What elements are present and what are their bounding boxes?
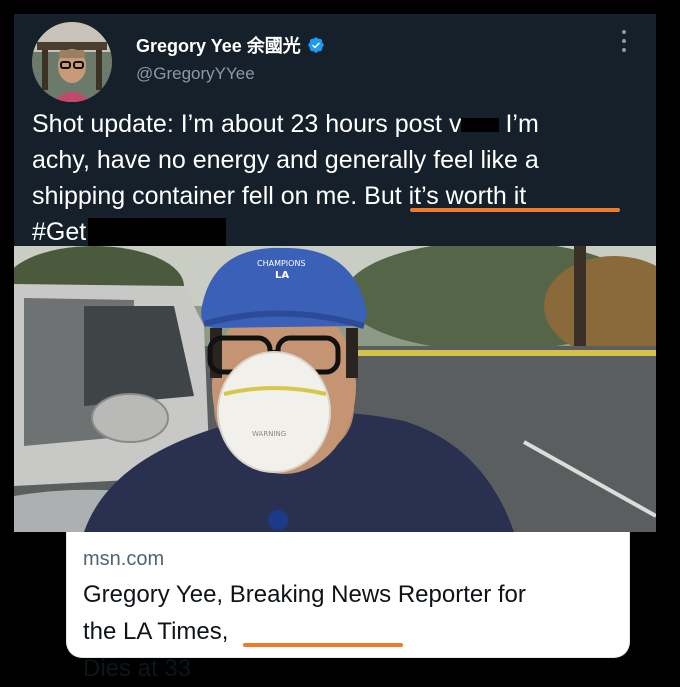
link-card[interactable]: msn.com Gregory Yee, Breaking News Repor…	[66, 532, 630, 682]
author-name[interactable]: Gregory Yee 余國光	[136, 32, 301, 58]
redaction-bar	[88, 218, 227, 249]
tweet-text: Shot update: I’m about 23 hours post v I’…	[32, 106, 642, 250]
highlight-underline	[243, 643, 403, 647]
selfie-photo-image[interactable]: CHAMPIONS LA WARNING	[14, 246, 656, 532]
redaction-bar	[461, 118, 500, 133]
highlighted-phrase: But it’s worth it	[364, 182, 527, 210]
svg-text:LA: LA	[275, 270, 289, 281]
link-card-headline: Gregory Yee, Breaking News Reporter for …	[83, 576, 623, 687]
highlighted-phrase: Dies at 33	[83, 655, 192, 682]
link-card-domain: msn.com	[83, 548, 165, 570]
tweet-line-1: Shot update: I’m about 23 hours post v I’…	[32, 110, 539, 138]
author-handle[interactable]: @GregoryYYee	[136, 64, 255, 84]
hashtag[interactable]: #Get	[32, 218, 86, 246]
more-options-icon[interactable]	[614, 28, 634, 54]
verified-badge-icon	[308, 37, 324, 53]
tweet-container: Gregory Yee 余國光 @GregoryYYee Shot update…	[14, 14, 656, 249]
highlight-underline	[410, 208, 620, 212]
svg-text:CHAMPIONS: CHAMPIONS	[257, 259, 306, 268]
avatar[interactable]	[32, 22, 112, 102]
tweet-line-2: achy, have no energy and generally feel …	[32, 146, 539, 174]
tweet-line-4: #Get	[32, 214, 642, 250]
svg-text:WARNING: WARNING	[252, 430, 286, 438]
